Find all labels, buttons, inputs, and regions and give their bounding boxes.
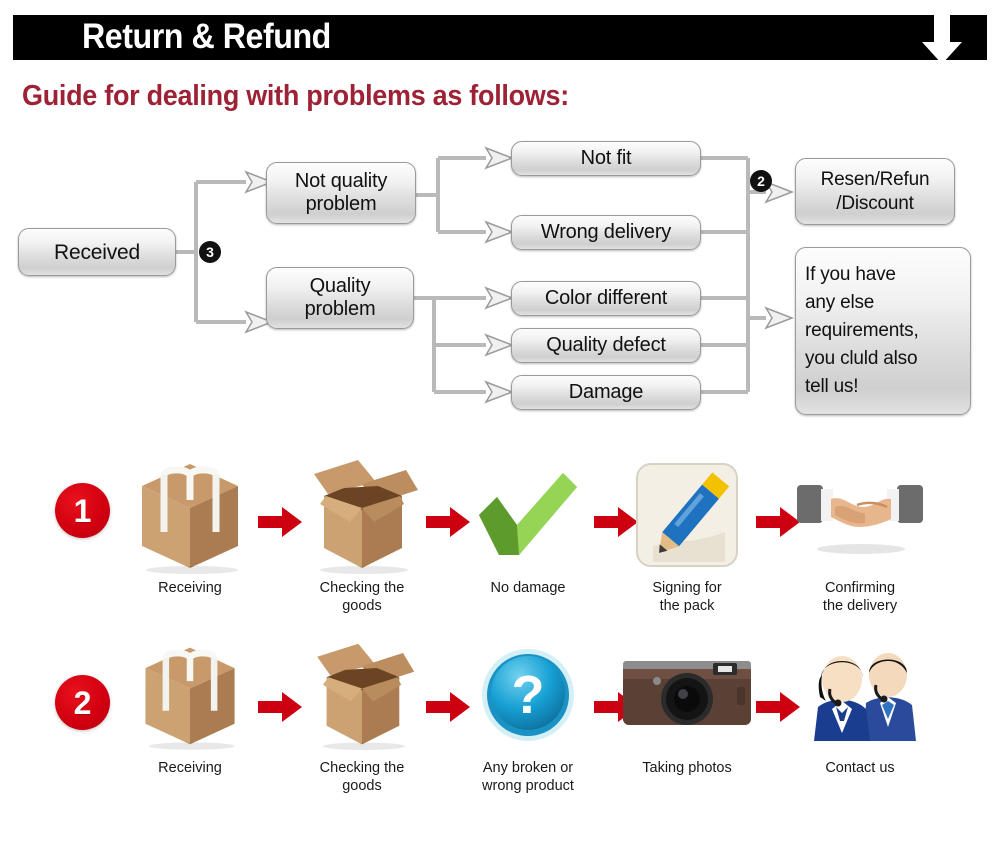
row-number-2: 2 <box>55 675 110 730</box>
caption-line2: the delivery <box>822 598 898 614</box>
outcome-other-line2: any else <box>805 292 875 313</box>
process-step-any-broken: ? Any broken or wrong product <box>453 635 603 795</box>
process-step-receiving: Receiving <box>115 455 265 597</box>
camera-icon <box>612 635 762 755</box>
flow-box-resend-refund-discount[interactable]: Resen/Refun /Discount <box>795 158 955 225</box>
process-step-no-damage: No damage <box>453 455 603 597</box>
row-number-1: 1 <box>55 483 110 538</box>
caption-line1: Any broken or <box>482 760 574 776</box>
page-subtitle: Guide for dealing with problems as follo… <box>22 80 569 112</box>
caption-line1: Contact us <box>825 760 895 776</box>
caption-line2: wrong product <box>482 778 574 794</box>
flow-box-not-quality-problem[interactable]: Not quality problem <box>266 162 416 224</box>
process-step-receiving-2: Receiving <box>115 635 265 777</box>
flow-box-other-requirements[interactable]: If you have any else requirements, you c… <box>795 247 971 415</box>
process-step-signing: Signing for the pack <box>612 455 762 615</box>
caption-line1: No damage <box>490 580 566 596</box>
flow-box-quality-defect[interactable]: Quality defect <box>511 328 701 363</box>
outcome-resend-line1: Resen/Refun <box>820 168 930 190</box>
process-step-checking-goods-2: Checking the goods <box>287 635 437 795</box>
flow-box-quality-problem[interactable]: Quality problem <box>266 267 414 329</box>
outcome-other-line1: If you have <box>805 264 896 285</box>
down-arrow-icon <box>922 12 962 64</box>
support-agents-icon <box>785 635 935 755</box>
outcome-other-line3: requirements, <box>805 320 919 341</box>
handshake-icon <box>785 455 935 575</box>
flow-box-not-quality-line1: Not quality <box>294 170 388 192</box>
caption-line1: Checking the <box>319 580 405 596</box>
sealed-box-icon <box>115 455 265 575</box>
flow-box-quality-line2: problem <box>304 298 376 320</box>
open-box-icon <box>287 635 437 755</box>
return-refund-page: Return & Refund Guide for dealing with p… <box>0 0 1000 841</box>
page-title: Return & Refund <box>82 17 331 56</box>
flow-box-not-fit[interactable]: Not fit <box>511 141 701 176</box>
flow-box-damage[interactable]: Damage <box>511 375 701 410</box>
caption-line1: Receiving <box>158 580 222 596</box>
flow-box-received-label: Received <box>54 240 140 264</box>
sealed-box-icon <box>115 635 265 755</box>
flow-box-received[interactable]: Received <box>18 228 176 276</box>
caption-line1: Receiving <box>158 760 222 776</box>
caption-line2: the pack <box>659 598 715 614</box>
blue-question-icon: ? <box>453 635 603 755</box>
problem-flowchart: .ln{stroke:#b9b9b9;stroke-width:4;fill:n… <box>0 130 1000 430</box>
outcome-other-line5: tell us! <box>805 376 859 397</box>
flow-box-color-different-label: Color different <box>544 287 668 309</box>
svg-text:?: ? <box>512 665 545 725</box>
open-box-icon <box>287 455 437 575</box>
flow-box-not-quality-line2: problem <box>305 193 377 215</box>
green-check-icon <box>453 455 603 575</box>
flow-box-wrong-delivery-label: Wrong delivery <box>540 221 672 243</box>
pencil-signing-icon <box>612 455 762 575</box>
caption-line1: Signing for <box>652 580 722 596</box>
badge-step-3: 3 <box>199 241 221 263</box>
process-row-2: 2 Receiving Checking the goods ? Any bro… <box>0 643 1000 835</box>
caption-line1: Confirming <box>824 580 896 596</box>
caption-line2: goods <box>342 778 382 794</box>
process-step-confirming-delivery: Confirming the delivery <box>785 455 935 615</box>
flow-box-damage-label: Damage <box>568 381 644 403</box>
process-row-1: 1 Receiving Checking the goods No damage… <box>0 455 1000 645</box>
flow-box-not-fit-label: Not fit <box>580 147 632 169</box>
caption-line1: Checking the <box>319 760 405 776</box>
process-step-contact-us: Contact us <box>785 635 935 777</box>
flow-box-quality-line1: Quality <box>309 275 371 297</box>
flow-box-color-different[interactable]: Color different <box>511 281 701 316</box>
outcome-other-line4: you cluld also <box>805 348 918 369</box>
flow-box-quality-defect-label: Quality defect <box>546 334 666 356</box>
flow-box-wrong-delivery[interactable]: Wrong delivery <box>511 215 701 250</box>
outcome-resend-line2: /Discount <box>836 192 914 214</box>
badge-step-2: 2 <box>750 170 772 192</box>
process-step-taking-photos: Taking photos <box>612 635 762 777</box>
process-step-checking-goods: Checking the goods <box>287 455 437 615</box>
caption-line1: Taking photos <box>642 760 732 776</box>
caption-line2: goods <box>342 598 382 614</box>
